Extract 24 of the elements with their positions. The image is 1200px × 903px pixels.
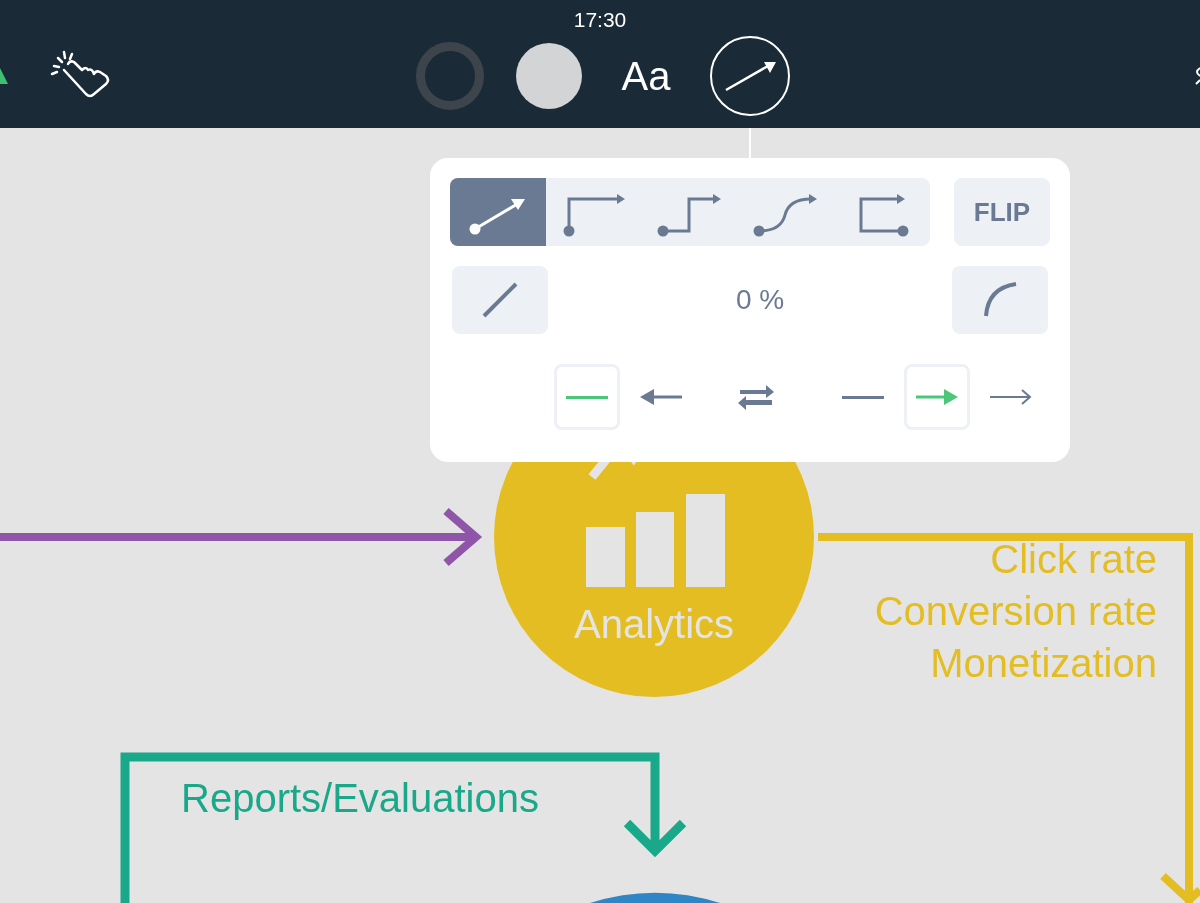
curved-line-button[interactable] (952, 266, 1048, 334)
line-end-icon (564, 395, 610, 399)
curvature-reading: 0 % (735, 284, 785, 316)
line-end-icon (988, 387, 1034, 407)
straight-line-icon (480, 280, 520, 320)
edge-label: Click rate (990, 537, 1157, 581)
straight-line-button[interactable] (452, 266, 548, 334)
flip-button[interactable]: FLIP (954, 178, 1050, 246)
connector-button[interactable] (710, 36, 790, 116)
line-style-button[interactable] (450, 178, 546, 246)
text-style-button[interactable]: Aa (614, 43, 678, 109)
node-label: Analytics (573, 602, 735, 646)
edge-label: Conversion rate (874, 589, 1157, 633)
edge-label: Monetization (930, 641, 1157, 685)
line-end-icon (638, 387, 684, 407)
line-end-icon (914, 387, 960, 407)
diagram-node[interactable] (590, 893, 720, 903)
start-cap-button[interactable] (554, 364, 620, 430)
swap-icon[interactable] (736, 382, 776, 412)
outline-color-button[interactable] (416, 42, 484, 110)
end-cap-button[interactable] (904, 364, 970, 430)
status-time: 17:30 (572, 7, 628, 32)
line-end-icon (840, 395, 886, 399)
edge-label: Reports/Evaluations (181, 776, 539, 820)
